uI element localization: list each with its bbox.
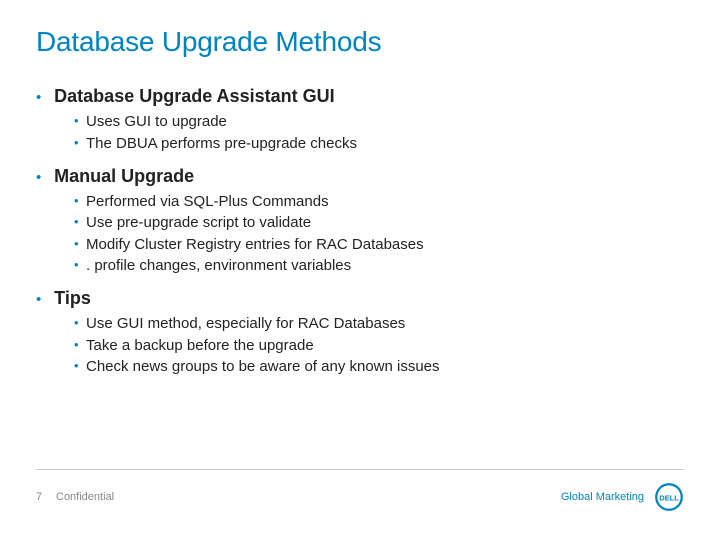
list-item: •Check news groups to be aware of any kn… [74,357,684,377]
bullet-icon: • [74,357,86,375]
section-heading-3: • Tips [36,286,684,310]
list-item: •Use pre-upgrade script to validate [74,213,684,233]
section-heading-1: • Database Upgrade Assistant GUI [36,84,684,108]
bullet-icon: • [74,256,86,274]
slide-footer: 7 Confidential Global Marketing DELL [36,469,684,512]
bullet-icon: • [74,134,86,152]
heading-text: Tips [54,288,91,308]
section-items-2: •Performed via SQL-Plus Commands •Use pr… [36,192,684,276]
slide: Database Upgrade Methods • Database Upgr… [0,0,720,540]
list-item: •Performed via SQL-Plus Commands [74,192,684,212]
item-text: The DBUA performs pre-upgrade checks [86,134,357,154]
page-number: 7 [36,491,56,503]
bullet-icon: • [74,213,86,231]
item-text: Check news groups to be aware of any kno… [86,357,440,377]
bullet-icon: • [74,336,86,354]
list-item: •The DBUA performs pre-upgrade checks [74,134,684,154]
item-text: Take a backup before the upgrade [86,336,314,356]
bullet-icon: • [74,235,86,253]
bullet-icon: • [36,290,50,310]
heading-text: Database Upgrade Assistant GUI [54,86,334,106]
section-items-3: •Use GUI method, especially for RAC Data… [36,314,684,377]
bullet-icon: • [36,88,50,108]
item-text: Modify Cluster Registry entries for RAC … [86,235,424,255]
bullet-icon: • [36,168,50,188]
item-text: . profile changes, environment variables [86,256,351,276]
heading-text: Manual Upgrade [54,166,194,186]
list-item: •Uses GUI to upgrade [74,112,684,132]
footer-rule [36,469,684,470]
confidential-label: Confidential [56,491,114,503]
bullet-icon: • [74,112,86,130]
bullet-icon: • [74,314,86,332]
item-text: Use pre-upgrade script to validate [86,213,311,233]
svg-text:DELL: DELL [659,493,679,502]
slide-content: • Database Upgrade Assistant GUI •Uses G… [36,84,684,377]
list-item: •Use GUI method, especially for RAC Data… [74,314,684,334]
section-items-1: •Uses GUI to upgrade •The DBUA performs … [36,112,684,154]
item-text: Uses GUI to upgrade [86,112,227,132]
dell-logo-icon: DELL [654,482,684,512]
list-item: •Take a backup before the upgrade [74,336,684,356]
footer-tagline: Global Marketing [561,491,644,503]
item-text: Use GUI method, especially for RAC Datab… [86,314,405,334]
section-heading-2: • Manual Upgrade [36,164,684,188]
list-item: •. profile changes, environment variable… [74,256,684,276]
bullet-icon: • [74,192,86,210]
slide-title: Database Upgrade Methods [36,26,684,58]
footer-row: 7 Confidential Global Marketing DELL [36,482,684,512]
item-text: Performed via SQL-Plus Commands [86,192,329,212]
list-item: •Modify Cluster Registry entries for RAC… [74,235,684,255]
